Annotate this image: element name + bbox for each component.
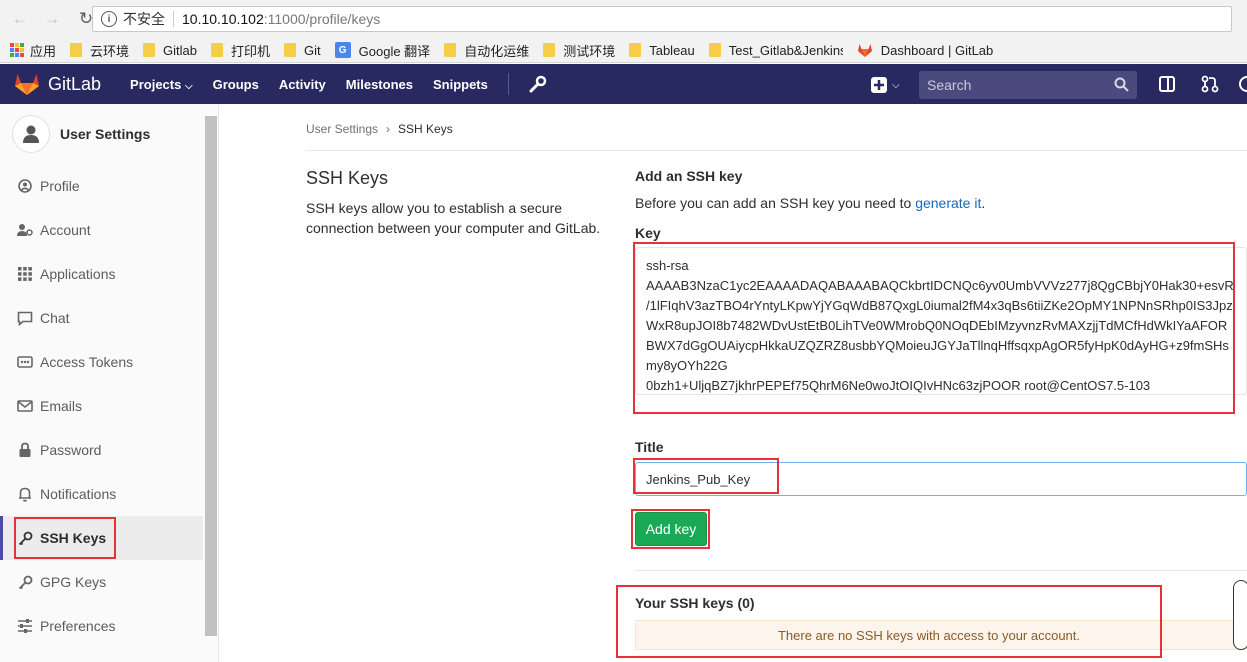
google-translate-icon: G (334, 42, 351, 58)
divider (635, 570, 1247, 571)
admin-wrench-icon[interactable] (529, 75, 547, 93)
key-label: Key (635, 225, 661, 241)
user-icon (23, 125, 39, 143)
bell-icon (16, 485, 34, 503)
scroll-handle[interactable] (1233, 580, 1247, 650)
gitlab-fox-icon (857, 44, 872, 57)
lock-icon (16, 441, 34, 459)
preferences-icon (16, 617, 34, 635)
new-dropdown[interactable]: ⌵ (870, 76, 900, 94)
chat-icon (16, 309, 34, 327)
folder-icon (211, 43, 223, 57)
folder-icon (543, 43, 556, 57)
todos-icon[interactable] (1158, 75, 1176, 93)
access-tokens-icon (16, 353, 34, 371)
bookmark-gitlab-dashboard[interactable]: Dashboard | GitLab (857, 43, 993, 58)
chevron-down-icon: ⌵ (892, 79, 900, 91)
sidebar-scrollbar[interactable] (205, 116, 217, 636)
folder-icon (444, 43, 457, 57)
profile-icon (16, 177, 34, 195)
folder-icon (70, 43, 83, 57)
insecure-label: 不安全 (123, 11, 165, 27)
search-input[interactable]: Search (919, 71, 1137, 99)
gitlab-brand: GitLab (48, 73, 102, 94)
bookmark-folder[interactable]: 自动化运维 (444, 41, 529, 60)
bookmark-folder[interactable]: Git (284, 43, 321, 58)
search-placeholder: Search (927, 77, 972, 93)
forward-icon[interactable]: → (40, 7, 64, 31)
folder-icon (143, 43, 156, 57)
folder-icon (629, 43, 642, 57)
plus-square-icon (871, 77, 887, 93)
bookmark-folder[interactable]: 测试环境 (543, 41, 615, 60)
info-icon[interactable]: i (101, 11, 117, 27)
folder-icon (284, 43, 297, 57)
sidebar-item-profile[interactable]: Profile (0, 164, 203, 208)
generate-it-link[interactable]: generate it (915, 195, 981, 211)
nav-snippets[interactable]: Snippets (433, 77, 488, 92)
sidebar-item-access-tokens[interactable]: Access Tokens (0, 340, 203, 384)
sidebar-header[interactable]: User Settings (0, 104, 218, 164)
nav-groups[interactable]: Groups (213, 77, 259, 92)
emails-icon (16, 397, 34, 415)
breadcrumb-ssh-keys[interactable]: SSH Keys (398, 122, 453, 136)
back-icon[interactable]: ← (8, 7, 32, 31)
account-icon (16, 221, 34, 239)
bookmark-apps[interactable]: 应用 (0, 41, 56, 60)
annotation-box-key (633, 242, 1235, 414)
apps-grid-icon (10, 43, 24, 57)
page-description: SSH keys allow you to establish a secure… (306, 200, 601, 236)
url-host: 10.10.10.102 (182, 11, 264, 27)
avatar (12, 115, 50, 153)
annotation-box-your-keys (616, 585, 1162, 658)
sidebar-item-chat[interactable]: Chat (0, 296, 203, 340)
sidebar-item-notifications[interactable]: Notifications (0, 472, 203, 516)
sidebar-title: User Settings (60, 126, 151, 142)
issues-icon[interactable] (1238, 75, 1247, 93)
add-ssh-key-heading: Add an SSH key (635, 168, 743, 184)
merge-requests-icon[interactable] (1201, 75, 1219, 93)
chevron-right-icon: › (386, 122, 391, 136)
sidebar-item-gpg-keys[interactable]: GPG Keys (0, 560, 203, 604)
gitlab-navbar: GitLab Projects ⌵ Groups Activity Milest… (0, 64, 1247, 104)
browser-toolbar: ← → ↻ i 不安全 10.10.10.102:11000/profile/k… (0, 0, 1247, 38)
nav-milestones[interactable]: Milestones (346, 77, 413, 92)
divider (306, 150, 1247, 151)
gitlab-logo-icon (15, 74, 39, 95)
sidebar: User Settings Profile Account Applicatio… (0, 104, 219, 662)
title-label: Title (635, 439, 664, 455)
annotation-box-ssh-keys-nav (14, 517, 116, 559)
breadcrumb: User Settings › SSH Keys (306, 122, 453, 136)
page-title: SSH Keys (306, 168, 389, 188)
bookmark-folder[interactable]: Tableau (629, 43, 695, 58)
bookmarks-bar: 应用 云环境 Gitlab 打印机 Git G Google 翻译 自动化运维 测… (0, 38, 1247, 63)
chevron-down-icon: ⌵ (184, 80, 193, 92)
bookmark-folder[interactable]: Test_Gitlab&Jenkins (708, 43, 843, 58)
folder-icon (708, 43, 721, 57)
nav-activity[interactable]: Activity (279, 77, 326, 92)
sidebar-item-applications[interactable]: Applications (0, 252, 203, 296)
navbar-links: Projects ⌵ Groups Activity Milestones Sn… (130, 77, 508, 92)
sidebar-item-password[interactable]: Password (0, 428, 203, 472)
sidebar-item-account[interactable]: Account (0, 208, 203, 252)
bookmark-google-translate[interactable]: G Google 翻译 (334, 41, 430, 60)
breadcrumb-user-settings[interactable]: User Settings (306, 122, 378, 136)
gitlab-home-link[interactable]: GitLab (14, 72, 101, 96)
nav-projects[interactable]: Projects ⌵ (130, 77, 193, 92)
sidebar-item-preferences[interactable]: Preferences (0, 604, 203, 648)
applications-icon (16, 265, 34, 283)
address-bar[interactable]: i 不安全 10.10.10.102:11000/profile/keys (92, 6, 1232, 32)
url-path: :11000/profile/keys (263, 11, 381, 27)
key-icon (16, 573, 34, 591)
annotation-box-add-key (631, 509, 710, 549)
bookmark-folder[interactable]: Gitlab (143, 43, 197, 58)
annotation-box-title (633, 458, 779, 494)
search-icon (1114, 77, 1129, 92)
bookmark-folder[interactable]: 云环境 (70, 41, 129, 60)
sidebar-item-emails[interactable]: Emails (0, 384, 203, 428)
bookmark-folder[interactable]: 打印机 (211, 41, 270, 60)
add-ssh-key-description: Before you can add an SSH key you need t… (635, 195, 986, 211)
